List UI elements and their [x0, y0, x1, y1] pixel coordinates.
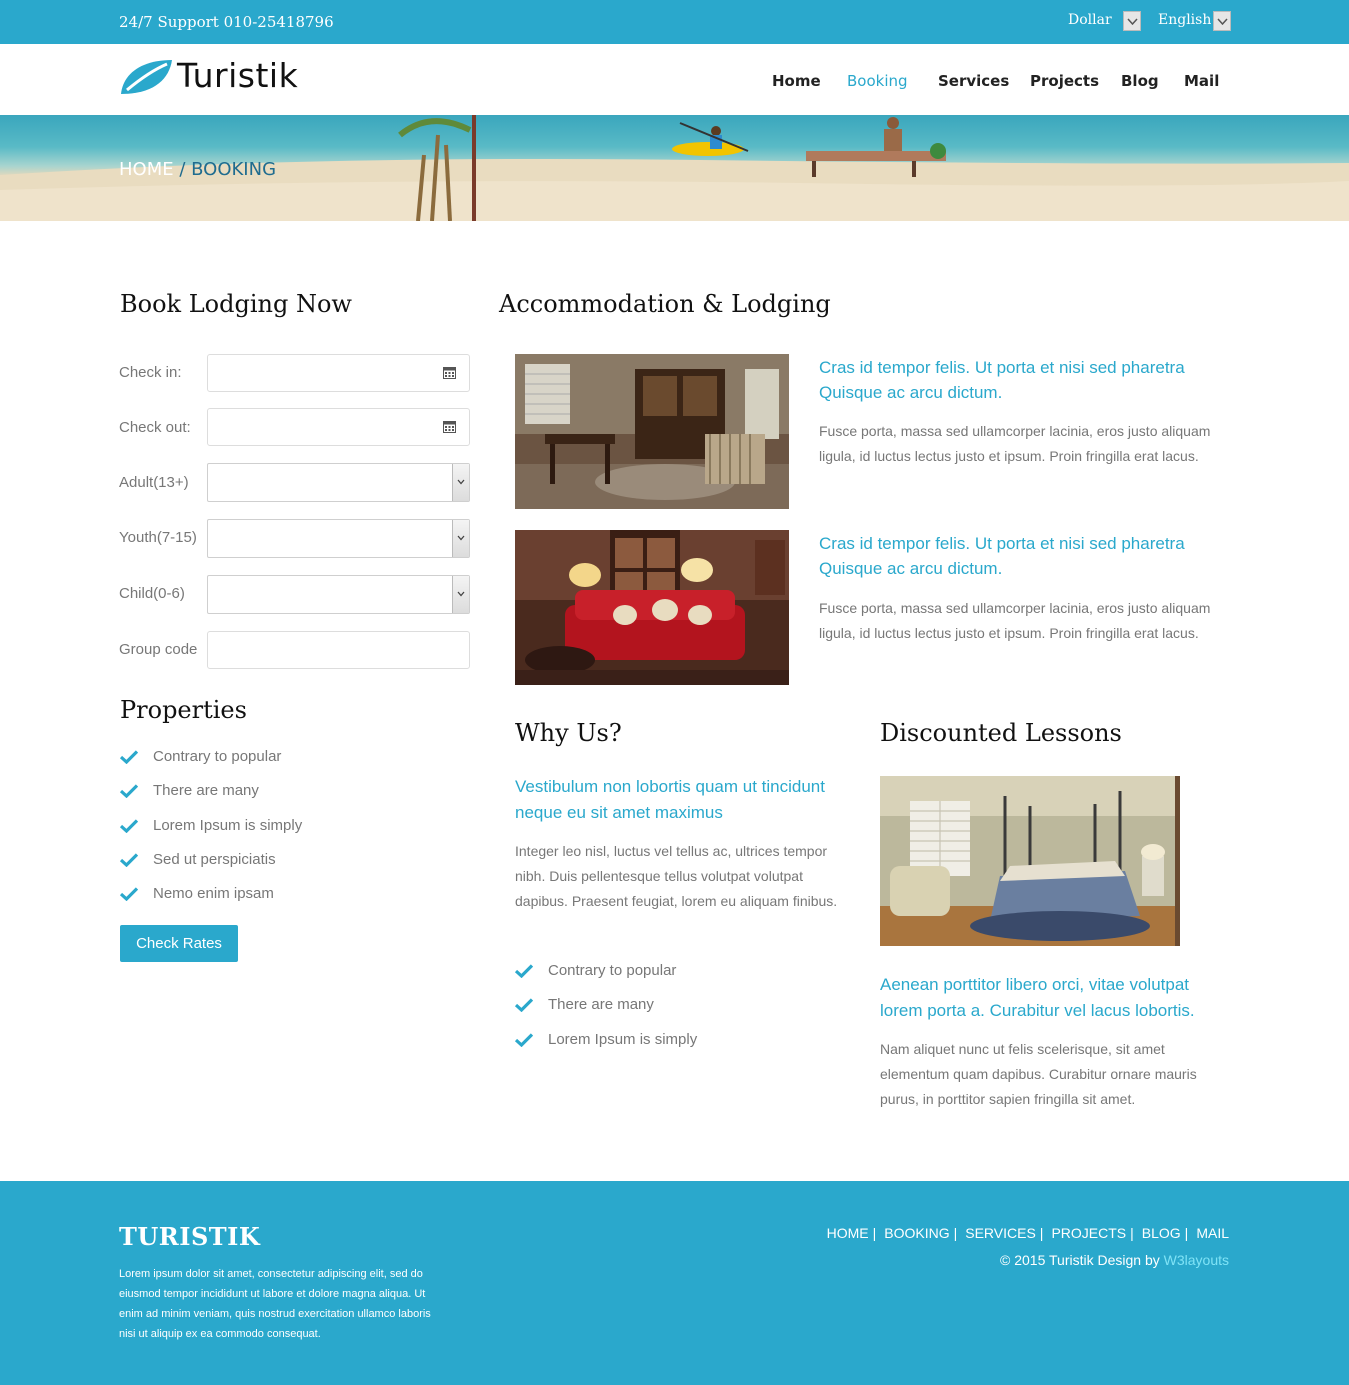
- chevron-down-icon[interactable]: [452, 576, 469, 613]
- why-us-subtitle: Vestibulum non lobortis quam ut tincidun…: [515, 777, 825, 822]
- why-us-title: Why Us?: [515, 719, 622, 747]
- list-item: Lorem Ipsum is simply: [120, 817, 302, 851]
- list-item: There are many: [515, 996, 697, 1030]
- properties-list: Contrary to popular There are many Lorem…: [120, 748, 302, 919]
- check-icon: [120, 784, 138, 799]
- copyright-text: © 2015 Turistik Design by: [1000, 1252, 1164, 1268]
- currency-label[interactable]: Dollar: [1068, 12, 1112, 28]
- nav-services[interactable]: Services: [938, 72, 1009, 90]
- check-icon: [515, 964, 533, 978]
- footer-link-services[interactable]: SERVICES: [965, 1225, 1036, 1241]
- check-icon: [120, 750, 138, 764]
- list-item: Nemo enim ipsam: [120, 885, 302, 919]
- chevron-down-icon[interactable]: [452, 520, 469, 557]
- group-code-label: Group code: [119, 641, 198, 658]
- copyright: © 2015 Turistik Design by W3layouts: [1000, 1252, 1229, 1268]
- check-icon: [120, 853, 138, 867]
- child-label: Child(0-6): [119, 585, 185, 602]
- footer-links: HOME | BOOKING | SERVICES | PROJECTS | BLOG | MAIL: [826, 1225, 1229, 1241]
- top-bar: 24/7 Support 010-25418796 Dollar English: [0, 0, 1349, 44]
- check-icon: [515, 1032, 533, 1047]
- adult-select[interactable]: [207, 463, 470, 502]
- group-code-field[interactable]: [207, 631, 470, 669]
- accommodation-card-text: Fusce porta, massa sed ullamcorper lacin…: [819, 423, 1211, 464]
- lessons-text: Nam aliquet nunc ut felis scelerisque, s…: [880, 1041, 1197, 1107]
- check-in-field[interactable]: [207, 354, 470, 392]
- language-label[interactable]: English: [1158, 12, 1211, 28]
- footer-link-projects[interactable]: PROJECTS: [1051, 1225, 1126, 1241]
- child-select[interactable]: [207, 575, 470, 614]
- footer-link-booking[interactable]: BOOKING: [884, 1225, 949, 1241]
- list-item: There are many: [120, 782, 302, 816]
- breadcrumb-separator: /: [173, 159, 192, 180]
- accommodation-card-title[interactable]: Cras id tempor felis. Ut porta et nisi s…: [819, 531, 1219, 581]
- breadcrumb-current: BOOKING: [191, 159, 277, 180]
- language-dropdown-icon[interactable]: [1213, 11, 1231, 31]
- accommodation-title: Accommodation & Lodging: [499, 290, 831, 318]
- leaf-logo-icon[interactable]: [119, 58, 173, 96]
- footer-link-blog[interactable]: BLOG: [1142, 1225, 1181, 1241]
- calendar-icon[interactable]: [443, 366, 456, 379]
- why-us-text: Integer leo nisl, luctus vel tellus ac, …: [515, 843, 838, 909]
- check-in-label: Check in:: [119, 364, 182, 381]
- check-out-field[interactable]: [207, 408, 470, 446]
- why-us-list: Contrary to popular There are many Lorem…: [515, 962, 697, 1065]
- nav-blog[interactable]: Blog: [1121, 72, 1159, 90]
- dining-room-image[interactable]: [515, 354, 789, 509]
- credit-link[interactable]: W3layouts: [1164, 1252, 1229, 1268]
- footer-text: Lorem ipsum dolor sit amet, consectetur …: [119, 1268, 431, 1340]
- properties-title: Properties: [120, 696, 247, 724]
- bedroom-image[interactable]: [880, 776, 1180, 946]
- nav-booking[interactable]: Booking: [847, 72, 908, 90]
- youth-label: Youth(7-15): [119, 529, 197, 546]
- nav-projects[interactable]: Projects: [1030, 72, 1099, 90]
- chevron-down-icon[interactable]: [452, 464, 469, 501]
- booking-title: Book Lodging Now: [120, 290, 352, 318]
- check-rates-button[interactable]: Check Rates: [120, 925, 238, 962]
- check-icon: [515, 998, 533, 1013]
- lessons-title: Discounted Lessons: [880, 719, 1122, 747]
- list-item: Sed ut perspiciatis: [120, 851, 302, 885]
- list-item: Contrary to popular: [120, 748, 302, 782]
- calendar-icon[interactable]: [443, 420, 456, 433]
- page-banner: HOME / BOOKING: [0, 115, 1349, 221]
- youth-select[interactable]: [207, 519, 470, 558]
- footer-link-home[interactable]: HOME: [827, 1225, 869, 1241]
- accommodation-card-text: Fusce porta, massa sed ullamcorper lacin…: [819, 600, 1211, 641]
- site-footer: TURISTIK Lorem ipsum dolor sit amet, con…: [0, 1181, 1349, 1385]
- nav-home[interactable]: Home: [772, 72, 821, 90]
- lessons-subtitle: Aenean porttitor libero orci, vitae volu…: [880, 975, 1195, 1020]
- currency-dropdown-icon[interactable]: [1123, 11, 1141, 31]
- breadcrumb: HOME / BOOKING: [119, 159, 276, 180]
- adult-label: Adult(13+): [119, 474, 189, 491]
- nav-mail[interactable]: Mail: [1184, 72, 1219, 90]
- list-item: Lorem Ipsum is simply: [515, 1031, 697, 1065]
- footer-brand: TURISTIK: [119, 1222, 261, 1251]
- support-phone: 24/7 Support 010-25418796: [119, 13, 334, 31]
- breadcrumb-home[interactable]: HOME: [119, 159, 174, 180]
- check-icon: [120, 887, 138, 902]
- check-out-label: Check out:: [119, 419, 191, 436]
- check-icon: [120, 818, 138, 833]
- living-room-image[interactable]: [515, 530, 789, 685]
- accommodation-card-title[interactable]: Cras id tempor felis. Ut porta et nisi s…: [819, 355, 1219, 405]
- site-logo[interactable]: Turistik: [177, 56, 298, 95]
- footer-link-mail[interactable]: MAIL: [1196, 1225, 1229, 1241]
- site-header: Turistik Home Booking Services Projects …: [0, 44, 1349, 115]
- list-item: Contrary to popular: [515, 962, 697, 996]
